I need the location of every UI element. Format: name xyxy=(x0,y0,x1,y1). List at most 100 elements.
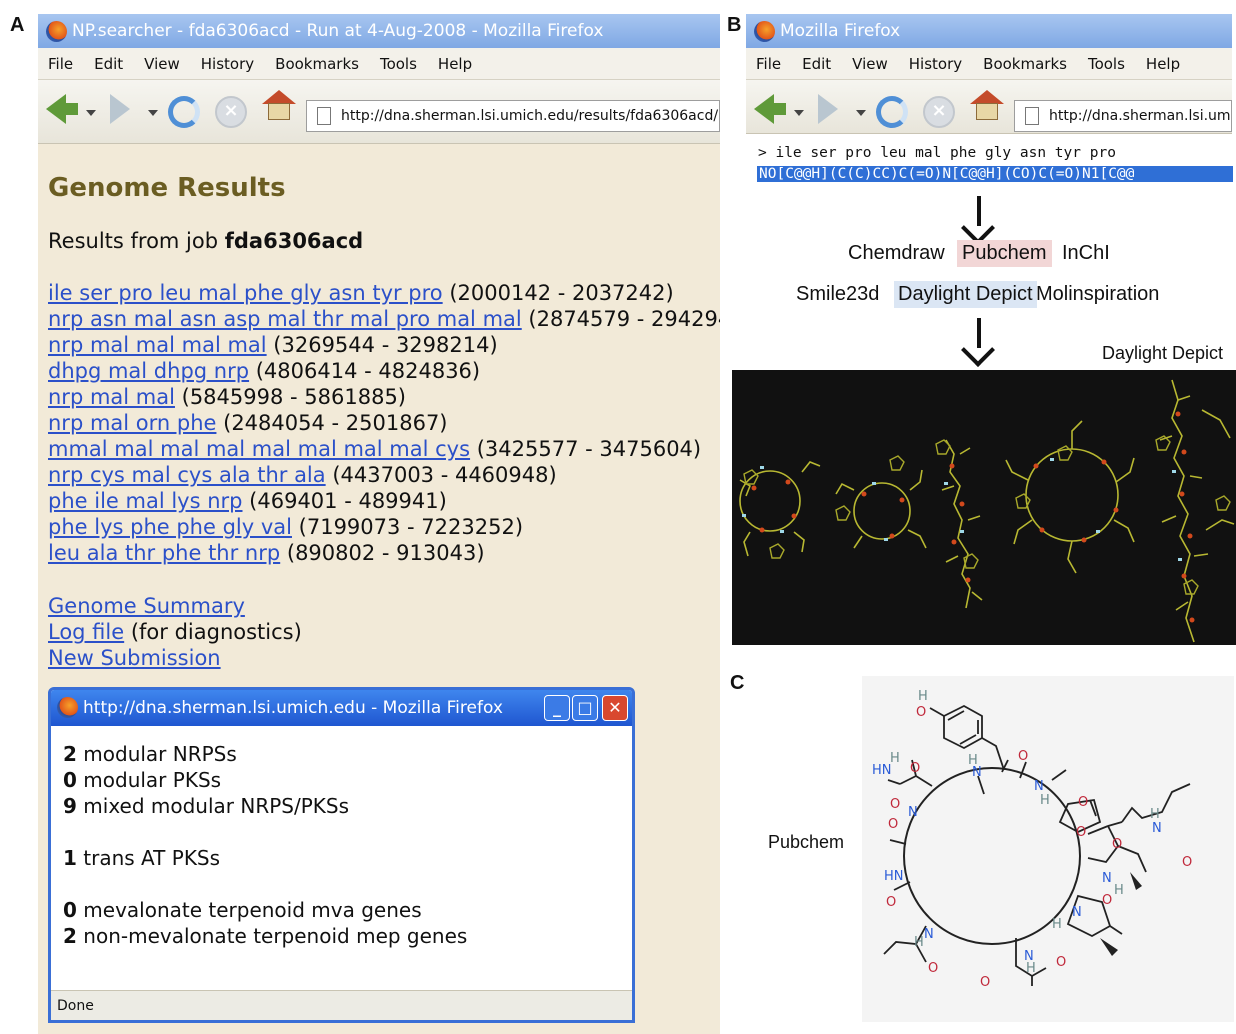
atom-label: HN xyxy=(884,869,904,884)
summary-count: 0 xyxy=(63,898,77,922)
window-titlebar[interactable]: NP.searcher - fda6306acd - Run at 4-Aug-… xyxy=(38,14,720,48)
result-range: (3269544 - 3298214) xyxy=(266,333,498,357)
atom-label: O xyxy=(1182,855,1192,870)
tool-pubchem[interactable]: Pubchem xyxy=(957,240,1052,267)
forward-history-dropdown[interactable] xyxy=(856,110,866,116)
atom-label: H xyxy=(914,935,924,950)
new-submission-link[interactable]: New Submission xyxy=(48,646,221,670)
menu-history[interactable]: History xyxy=(909,48,962,80)
list-item: Log file (for diagnostics) xyxy=(48,620,302,644)
menu-view[interactable]: View xyxy=(852,48,888,80)
menu-file[interactable]: File xyxy=(48,48,73,80)
home-icon[interactable] xyxy=(970,90,1004,122)
url-bar[interactable]: http://dna.sherman.lsi.umic xyxy=(1014,100,1232,132)
forward-arrow-icon xyxy=(110,94,130,124)
result-link[interactable]: leu ala thr phe thr nrp xyxy=(48,541,280,565)
page-title: Genome Results xyxy=(48,173,286,203)
atom-label: O xyxy=(888,817,898,832)
result-range: (7199073 - 7223252) xyxy=(291,515,524,539)
result-link[interactable]: nrp mal orn phe xyxy=(48,411,216,435)
stop-icon[interactable]: × xyxy=(923,96,955,128)
tool-chemdraw[interactable]: Chemdraw xyxy=(848,242,945,265)
job-line: Results from job fda6306acd xyxy=(48,229,363,253)
menu-help[interactable]: Help xyxy=(438,48,472,80)
tool-daylight-depict[interactable]: Daylight Depict xyxy=(894,281,1037,308)
result-row: leu ala thr phe thr nrp (890802 - 913043… xyxy=(48,541,485,565)
menu-tools[interactable]: Tools xyxy=(1088,48,1125,80)
menu-help[interactable]: Help xyxy=(1146,48,1180,80)
stop-icon[interactable]: × xyxy=(215,96,247,128)
result-link[interactable]: nrp asn mal asn asp mal thr mal pro mal … xyxy=(48,307,522,331)
result-link[interactable]: nrp cys mal cys ala thr ala xyxy=(48,463,326,487)
menu-bookmarks[interactable]: Bookmarks xyxy=(275,48,359,80)
smiles-selection[interactable]: NO[C@@H](C(C)CC)C(=O)N[C@@H](CO)C(=O)N1[… xyxy=(757,166,1233,182)
back-history-dropdown[interactable] xyxy=(794,110,804,116)
result-link[interactable]: nrp mal mal mal mal xyxy=(48,333,267,357)
menu-edit[interactable]: Edit xyxy=(94,48,123,80)
firefox-logo-icon xyxy=(57,697,78,718)
summary-line: 2 modular NRPSs xyxy=(63,742,237,766)
forward-history-dropdown[interactable] xyxy=(148,110,158,116)
result-range: (4806414 - 4824836) xyxy=(249,359,481,383)
menu-tools[interactable]: Tools xyxy=(380,48,417,80)
atom-label: N xyxy=(908,805,918,820)
menu-bar: File Edit View History Bookmarks Tools Help xyxy=(38,48,720,80)
summary-text: modular NRPSs xyxy=(76,742,237,766)
summary-count: 1 xyxy=(63,846,77,870)
tool-inchi[interactable]: InChI xyxy=(1062,242,1110,265)
panel-label-c: C xyxy=(730,672,745,694)
pubchem-caption: Pubchem xyxy=(768,832,845,852)
summary-text: mevalonate terpenoid mva genes xyxy=(76,898,422,922)
maximize-button[interactable]: □ xyxy=(572,695,598,721)
job-prefix: Results from job xyxy=(48,229,225,253)
result-link[interactable]: ile ser pro leu mal phe gly asn tyr pro xyxy=(48,281,443,305)
summary-line: 0 mevalonate terpenoid mva genes xyxy=(63,898,422,922)
window-title: Mozilla Firefox xyxy=(780,21,901,41)
status-text: Done xyxy=(57,998,94,1014)
tool-smile23d[interactable]: Smile23d xyxy=(796,283,879,306)
menu-view[interactable]: View xyxy=(144,48,180,80)
url-bar[interactable]: http://dna.sherman.lsi.umich.edu/results… xyxy=(306,100,720,132)
window-titlebar[interactable]: Mozilla Firefox xyxy=(746,14,1232,48)
result-link[interactable]: dhpg mal dhpg nrp xyxy=(48,359,249,383)
log-file-link[interactable]: Log file xyxy=(48,620,124,644)
reload-icon[interactable] xyxy=(168,96,200,128)
atom-label: O xyxy=(910,761,920,776)
firefox-window-a: NP.searcher - fda6306acd - Run at 4-Aug-… xyxy=(38,14,720,1034)
firefox-logo-icon xyxy=(46,21,67,42)
forward-button[interactable] xyxy=(110,94,130,124)
genome-summary-link[interactable]: Genome Summary xyxy=(48,594,245,618)
summary-text: trans AT PKSs xyxy=(76,846,221,870)
summary-count: 2 xyxy=(63,924,77,948)
back-button[interactable] xyxy=(46,94,78,124)
result-row: phe ile mal lys nrp (469401 - 489941) xyxy=(48,489,447,513)
menu-bookmarks[interactable]: Bookmarks xyxy=(983,48,1067,80)
down-arrow-icon xyxy=(977,318,981,348)
list-item: Genome Summary xyxy=(48,594,245,618)
result-row: nrp mal mal mal mal (3269544 - 3298214) xyxy=(48,333,498,357)
summary-text: modular PKSs xyxy=(76,768,222,792)
home-icon[interactable] xyxy=(262,90,296,122)
result-range: (890802 - 913043) xyxy=(280,541,485,565)
back-history-dropdown[interactable] xyxy=(86,110,96,116)
atom-label: HN xyxy=(872,763,892,778)
window-title: NP.searcher - fda6306acd - Run at 4-Aug-… xyxy=(72,21,604,41)
url-text: http://dna.sherman.lsi.umich.edu/results… xyxy=(341,108,719,124)
menu-edit[interactable]: Edit xyxy=(802,48,831,80)
minimize-button[interactable]: _ xyxy=(544,695,570,721)
result-link[interactable]: mmal mal mal mal mal mal mal mal cys xyxy=(48,437,470,461)
menu-history[interactable]: History xyxy=(201,48,254,80)
result-link[interactable]: phe ile mal lys nrp xyxy=(48,489,243,513)
url-text: http://dna.sherman.lsi.umic xyxy=(1049,108,1232,124)
reload-icon[interactable] xyxy=(876,96,908,128)
back-button[interactable] xyxy=(754,94,786,124)
tool-molinspiration[interactable]: Molinspiration xyxy=(1036,283,1159,306)
result-link[interactable]: nrp mal mal xyxy=(48,385,175,409)
summary-count: 9 xyxy=(63,794,77,818)
close-button[interactable]: ✕ xyxy=(602,695,628,721)
menu-file[interactable]: File xyxy=(756,48,781,80)
forward-button[interactable] xyxy=(818,94,838,124)
summary-line: 9 mixed modular NRPS/PKSs xyxy=(63,794,349,818)
page-icon xyxy=(317,107,331,125)
result-link[interactable]: phe lys phe phe gly val xyxy=(48,515,292,539)
